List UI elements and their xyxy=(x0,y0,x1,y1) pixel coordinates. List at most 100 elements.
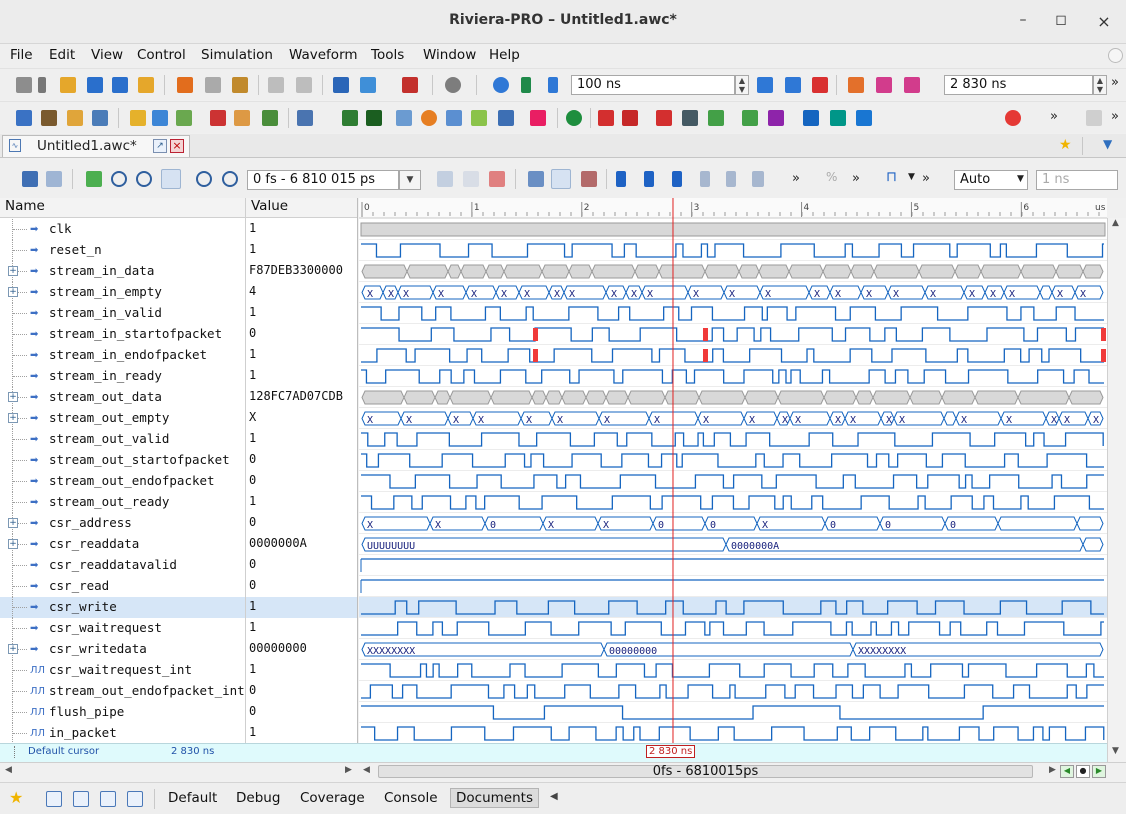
refresh-icon[interactable] xyxy=(86,171,102,187)
sim-time-spinner[interactable]: ▲ ▼ xyxy=(1093,75,1107,95)
add-cursor-icon[interactable] xyxy=(22,171,38,187)
menu-control[interactable]: Control xyxy=(137,47,186,63)
signal-row-stream-out-empty[interactable]: + ➡ stream_out_empty xyxy=(0,408,245,429)
zoom-out-icon[interactable] xyxy=(136,171,152,187)
sim-step-input[interactable]: 100 ns xyxy=(571,75,735,95)
bookmark-clear-icon[interactable] xyxy=(752,171,764,187)
value-row-stream-in-startofpacket[interactable]: 0 xyxy=(246,324,357,345)
layout-icon[interactable] xyxy=(73,791,89,807)
layout-icon[interactable] xyxy=(100,791,116,807)
value-row-csr-write[interactable]: 1 xyxy=(246,597,357,618)
step-over-icon[interactable] xyxy=(876,77,892,93)
menu-file[interactable]: File xyxy=(10,47,33,63)
compile-all-icon[interactable] xyxy=(360,77,376,93)
toolbar-overflow-icon[interactable]: » xyxy=(1050,109,1058,124)
cursor-flag[interactable]: 2 830 ns xyxy=(646,745,696,758)
paste-icon[interactable] xyxy=(232,77,248,93)
zoom-range-icon[interactable] xyxy=(222,171,238,187)
delta-off-icon[interactable] xyxy=(463,171,479,187)
hierarchy-icon[interactable] xyxy=(152,110,168,126)
signal-row-csr-readdatavalid[interactable]: ➡ csr_readdatavalid xyxy=(0,555,245,576)
files-icon[interactable] xyxy=(67,110,83,126)
zoom-range-dropdown[interactable]: ▼ xyxy=(399,170,421,190)
save-all-icon[interactable] xyxy=(112,77,128,93)
pulse-icon[interactable]: ⊓ xyxy=(886,169,897,185)
value-row-stream-out-startofpacket[interactable]: 0 xyxy=(246,450,357,471)
signal-row-stream-in-ready[interactable]: ➡ stream_in_ready xyxy=(0,366,245,387)
cursor-name[interactable]: Default cursor xyxy=(28,746,99,757)
column-header-value[interactable]: Value xyxy=(246,198,357,218)
minimize-button[interactable]: – xyxy=(1012,12,1034,32)
step-icon[interactable] xyxy=(757,77,773,93)
close-button[interactable]: × xyxy=(1093,12,1115,32)
save-icon[interactable] xyxy=(87,77,103,93)
bookmark-add-icon[interactable] xyxy=(644,171,654,187)
value-row-stream-in-endofpacket[interactable]: 1 xyxy=(246,345,357,366)
coverage-icon[interactable] xyxy=(342,110,358,126)
vertical-scrollbar[interactable]: ▲ ▼ xyxy=(1107,218,1126,763)
scroll-center-icon[interactable]: ● xyxy=(1076,765,1090,778)
waveform-icon[interactable] xyxy=(262,110,278,126)
delta-icon[interactable] xyxy=(437,171,453,187)
value-row-flush-pipe[interactable]: 0 xyxy=(246,702,357,723)
menu-waveform[interactable]: Waveform xyxy=(289,47,358,63)
cut-icon[interactable] xyxy=(177,77,193,93)
signal-row-csr-write[interactable]: ➡ csr_write xyxy=(0,597,245,618)
layers-icon[interactable] xyxy=(446,110,462,126)
toolbar-overflow-icon[interactable]: » xyxy=(922,171,930,186)
layout-icon[interactable] xyxy=(46,791,62,807)
favorites-icon[interactable]: ★ xyxy=(9,788,23,807)
check-icon[interactable] xyxy=(566,110,582,126)
open-folder-icon[interactable] xyxy=(60,77,76,93)
tab-scroll-left-icon[interactable]: ◀ xyxy=(550,791,558,802)
value-row-stream-out-ready[interactable]: 1 xyxy=(246,492,357,513)
bookmark-remove-icon[interactable] xyxy=(726,171,736,187)
scroll-down-icon[interactable]: ▼ xyxy=(1112,746,1119,756)
scroll-right-icon[interactable]: ▶ xyxy=(345,765,352,775)
scroll-right-icon[interactable]: ▶ xyxy=(1049,765,1056,775)
expand-icon[interactable]: + xyxy=(8,392,18,402)
bookmark-icon[interactable] xyxy=(616,171,626,187)
signal-row-csr-address[interactable]: + ➡ csr_address xyxy=(0,513,245,534)
value-row-in-packet[interactable]: 1 xyxy=(246,723,357,744)
toolbar-overflow-icon[interactable]: » xyxy=(1111,75,1119,90)
tab-menu-icon[interactable]: ▼ xyxy=(1103,137,1112,151)
compile-icon[interactable] xyxy=(333,77,349,93)
status-tab-debug[interactable]: Debug xyxy=(236,790,280,806)
graph-icon[interactable] xyxy=(708,110,724,126)
undo-icon[interactable] xyxy=(268,77,284,93)
step-out-icon[interactable] xyxy=(904,77,920,93)
grid-settings-icon[interactable] xyxy=(528,171,544,187)
zoom-fit-icon[interactable] xyxy=(161,169,181,189)
objects-icon[interactable] xyxy=(176,110,192,126)
timeline-scroll-thumb[interactable]: 0fs - 6810015ps xyxy=(378,764,1033,779)
tools-icon[interactable] xyxy=(530,110,546,126)
value-row-stream-out-valid[interactable]: 1 xyxy=(246,429,357,450)
layout-icon[interactable] xyxy=(127,791,143,807)
value-row-stream-out-endofpacket[interactable]: 0 xyxy=(246,471,357,492)
toolbar-overflow-icon[interactable]: » xyxy=(852,171,860,186)
chip-icon[interactable] xyxy=(366,110,382,126)
value-row-csr-address[interactable]: 0 xyxy=(246,513,357,534)
scroll-left-icon[interactable]: ◀ xyxy=(363,765,370,775)
maximize-button[interactable]: ◻ xyxy=(1050,12,1072,32)
signal-row-stream-in-empty[interactable]: + ➡ stream_in_empty xyxy=(0,282,245,303)
signal-row-csr-read[interactable]: ➡ csr_read xyxy=(0,576,245,597)
signal-row-stream-out-endofpacket[interactable]: ➡ stream_out_endofpacket xyxy=(0,471,245,492)
breakpoint-icon[interactable] xyxy=(598,110,614,126)
value-row-clk[interactable]: 1 xyxy=(246,219,357,240)
step-into-icon[interactable] xyxy=(848,77,864,93)
expand-icon[interactable]: + xyxy=(8,266,18,276)
grid-step-input[interactable]: 1 ns xyxy=(1036,170,1118,190)
column-header-name[interactable]: Name xyxy=(0,198,245,218)
sync-icon[interactable] xyxy=(768,110,784,126)
signal-row-csr-waitrequest-int[interactable]: ЛЛ csr_waitrequest_int xyxy=(0,660,245,681)
menu-window[interactable]: Window xyxy=(423,47,476,63)
stop-icon[interactable] xyxy=(445,77,461,93)
value-row-stream-out-data[interactable]: 128FC7AD07CDB xyxy=(246,387,357,408)
zoom-in-icon[interactable] xyxy=(111,171,127,187)
scroll-right-green-icon[interactable]: ▶ xyxy=(1092,765,1106,778)
scroll-up-icon[interactable]: ▲ xyxy=(1112,218,1119,228)
signal-row-stream-out-startofpacket[interactable]: ➡ stream_out_startofpacket xyxy=(0,450,245,471)
signal-row-reset-n[interactable]: ➡ reset_n xyxy=(0,240,245,261)
